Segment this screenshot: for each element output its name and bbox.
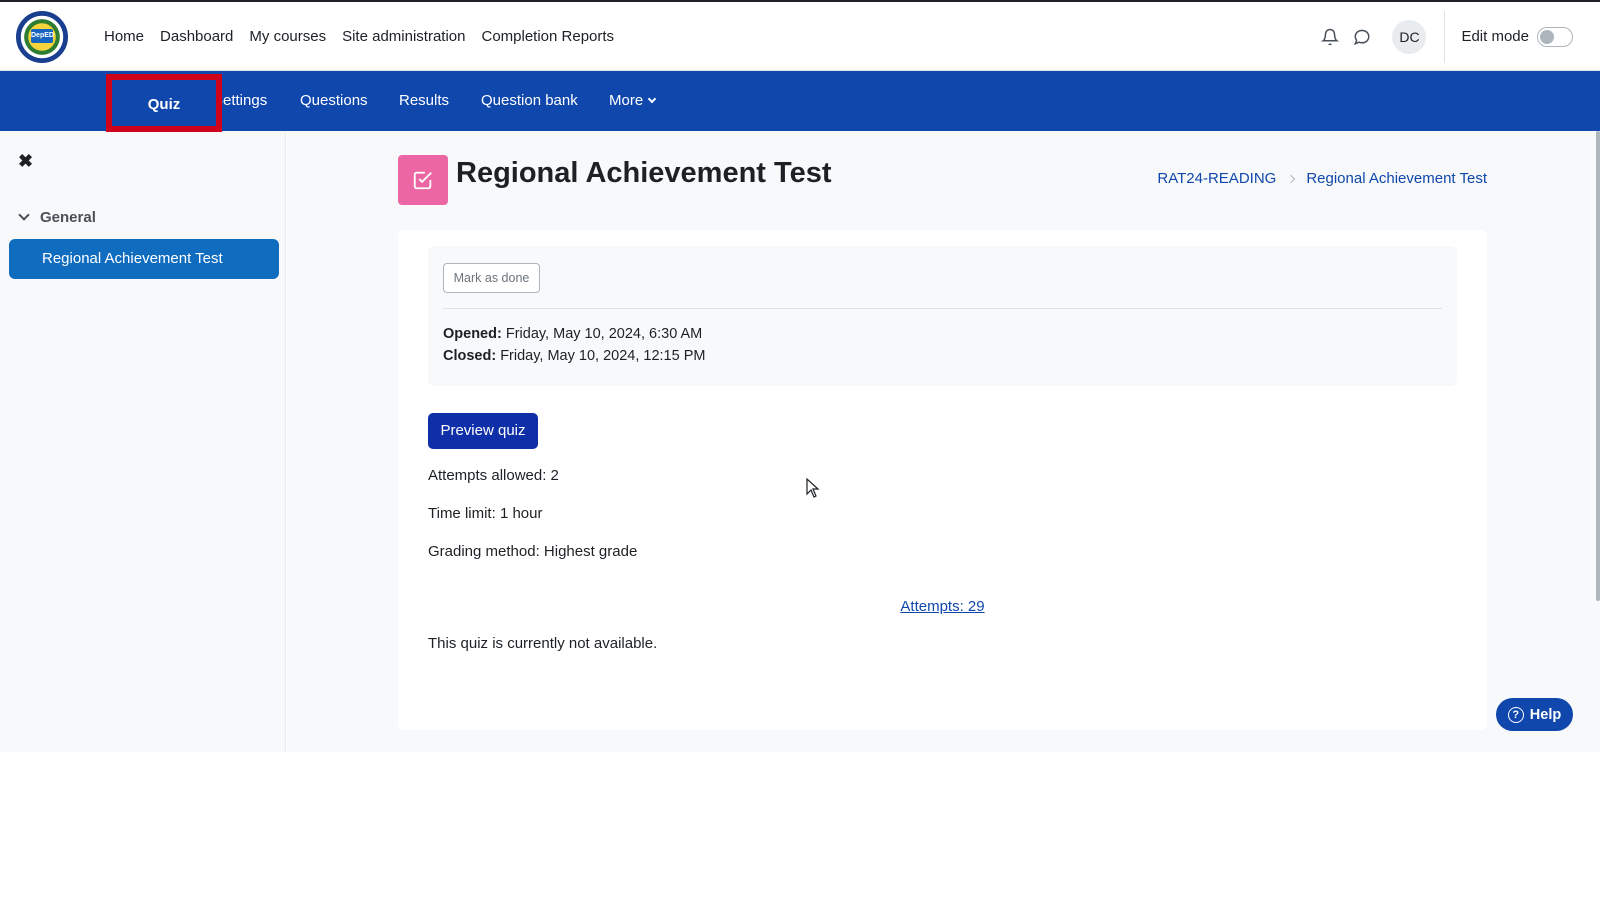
nav-site-administration[interactable]: Site administration <box>334 28 473 45</box>
chevron-right-icon <box>1287 174 1296 183</box>
breadcrumb-course[interactable]: RAT24-READING <box>1157 170 1276 187</box>
attempts-allowed: Attempts allowed: 2 <box>428 467 559 484</box>
secondary-navigation: Settings Quiz Questions Results Question… <box>0 71 1600 132</box>
edit-mode-control: Edit mode <box>1445 26 1600 47</box>
top-navbar: DepED Home Dashboard My courses Site adm… <box>0 0 1600 71</box>
preview-quiz-button[interactable]: Preview quiz <box>428 413 538 449</box>
nav-completion-reports[interactable]: Completion Reports <box>474 28 623 45</box>
tab-results[interactable]: Results <box>399 71 449 131</box>
nav-my-courses[interactable]: My courses <box>241 28 334 45</box>
section-general[interactable]: General <box>18 208 96 226</box>
chevron-down-icon <box>647 94 657 104</box>
chevron-down-icon <box>18 208 30 221</box>
closed-date: Closed: Friday, May 10, 2024, 12:15 PM <box>443 348 705 364</box>
closed-value: Friday, May 10, 2024, 12:15 PM <box>500 348 706 364</box>
drawer-item-regional-achievement-test[interactable]: Regional Achievement Test <box>9 239 279 279</box>
breadcrumb: RAT24-READING Regional Achievement Test <box>1157 170 1487 187</box>
help-button[interactable]: ? Help <box>1496 698 1573 731</box>
attempts-link-text[interactable]: Attempts: 29 <box>900 598 984 615</box>
help-icon: ? <box>1507 706 1524 723</box>
divider <box>443 308 1442 309</box>
nav-home[interactable]: Home <box>96 28 152 45</box>
quiz-status: This quiz is currently not available. <box>428 635 658 652</box>
mouse-cursor-icon <box>806 477 820 503</box>
activity-information: Mark as done Opened: Friday, May 10, 202… <box>428 246 1457 386</box>
grading-method: Grading method: Highest grade <box>428 543 638 560</box>
course-index-drawer: ✖ General Regional Achievement Test <box>0 131 286 752</box>
breadcrumb-activity[interactable]: Regional Achievement Test <box>1306 170 1487 187</box>
messages-icon[interactable] <box>1346 21 1378 53</box>
quiz-content-card: Mark as done Opened: Friday, May 10, 202… <box>398 230 1487 730</box>
opened-value: Friday, May 10, 2024, 6:30 AM <box>505 326 703 342</box>
tab-quiz[interactable]: Quiz <box>106 74 222 132</box>
page-scrollbar[interactable] <box>1596 131 1600 601</box>
opened-date: Opened: Friday, May 10, 2024, 6:30 AM <box>443 326 702 342</box>
section-general-label: General <box>40 209 96 226</box>
logo-text: DepED <box>31 29 54 43</box>
edit-mode-label: Edit mode <box>1461 28 1529 45</box>
user-menu-area: DC Edit mode <box>1314 2 1600 71</box>
time-limit: Time limit: 1 hour <box>428 505 543 522</box>
user-avatar[interactable]: DC <box>1392 19 1427 54</box>
quiz-icon <box>398 155 448 205</box>
nav-dashboard[interactable]: Dashboard <box>152 28 241 45</box>
tab-more[interactable]: More <box>609 71 657 131</box>
edit-mode-toggle[interactable] <box>1537 26 1573 47</box>
opened-label: Opened: <box>443 326 502 342</box>
site-logo[interactable]: DepED <box>16 11 68 63</box>
page-title: Regional Achievement Test <box>456 157 832 189</box>
tab-questions[interactable]: Questions <box>300 71 368 131</box>
primary-navigation: Home Dashboard My courses Site administr… <box>96 2 622 71</box>
notification-bell-icon[interactable] <box>1314 21 1346 53</box>
closed-label: Closed: <box>443 348 497 364</box>
tab-question-bank[interactable]: Question bank <box>481 71 578 131</box>
attempts-link: Attempts: 29 <box>398 598 1487 615</box>
tab-more-label: More <box>609 92 644 109</box>
help-label: Help <box>1529 706 1562 723</box>
mark-as-done-button[interactable]: Mark as done <box>443 263 540 293</box>
close-drawer-icon[interactable]: ✖ <box>18 151 33 172</box>
